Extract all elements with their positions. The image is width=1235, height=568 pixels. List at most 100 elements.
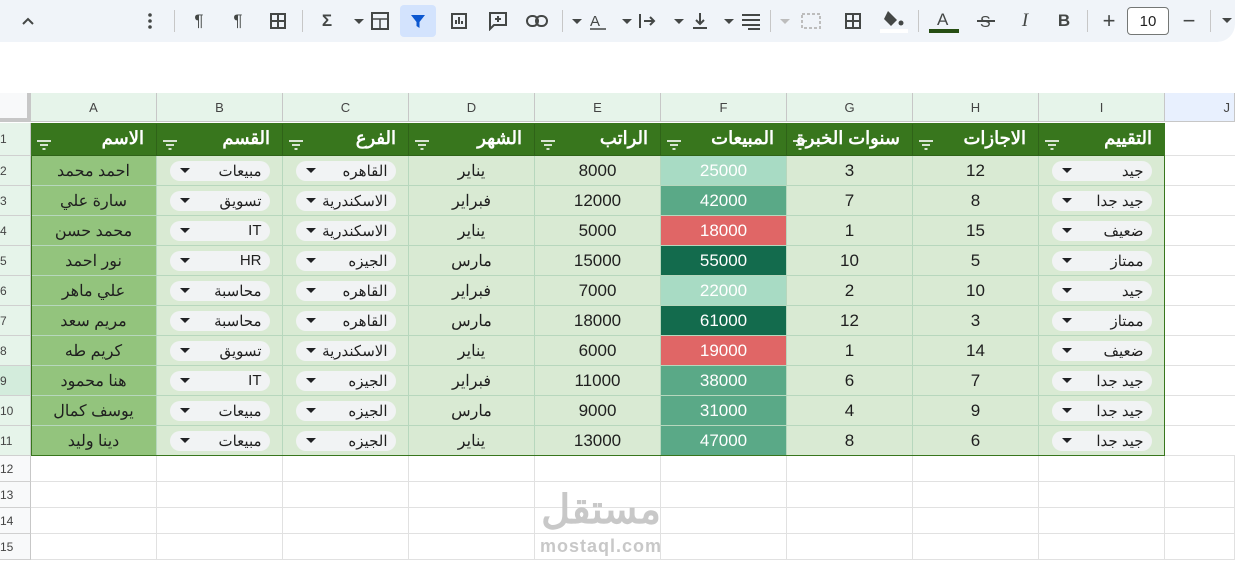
cell-rating[interactable]: ضعيف (1039, 216, 1165, 246)
cell-name[interactable]: احمد محمد (31, 156, 157, 186)
cell-rating[interactable]: ممتاز (1039, 246, 1165, 276)
filter-icon[interactable] (163, 134, 177, 155)
cell-leaves[interactable]: 8 (913, 186, 1039, 216)
dropdown-chip[interactable]: محاسبة (169, 280, 270, 301)
plus-icon[interactable]: + (1098, 8, 1120, 34)
empty-cell[interactable] (157, 482, 283, 508)
dropdown-chip[interactable]: IT (169, 370, 270, 391)
dropdown-arrow-icon[interactable] (179, 408, 190, 413)
dropdown-chip[interactable]: مبيعات (169, 430, 270, 451)
cell-years[interactable]: 10 (787, 246, 913, 276)
empty-cell[interactable] (535, 456, 661, 482)
cell-branch[interactable]: الاسكندرية (283, 216, 409, 246)
empty-cell[interactable] (31, 534, 157, 560)
dropdown-arrow-icon[interactable] (1061, 198, 1072, 203)
cell-month[interactable]: مارس (409, 306, 535, 336)
dropdown-chip[interactable]: القاهره (295, 310, 396, 331)
dropdown-chip[interactable]: ممتاز (1051, 310, 1152, 331)
cell-month[interactable]: يناير (409, 156, 535, 186)
dropdown-chip[interactable]: جيد جدا (1051, 370, 1152, 391)
empty-cell[interactable] (157, 534, 283, 560)
empty-cell[interactable] (1039, 482, 1165, 508)
cell-salary[interactable]: 8000 (535, 156, 661, 186)
cell-dept[interactable]: مبيعات (157, 156, 283, 186)
row-header-5[interactable]: 5 (0, 246, 31, 276)
more-vert-icon[interactable] (142, 8, 158, 34)
dropdown-chip[interactable]: الجيزه (295, 400, 396, 421)
dropdown-chip[interactable]: ضعيف (1051, 340, 1152, 361)
text-direction-icon[interactable]: A (570, 8, 610, 34)
dropdown-arrow-icon[interactable] (1061, 288, 1072, 293)
dropdown-chip[interactable]: القاهره (295, 160, 396, 181)
empty-cell[interactable] (409, 456, 535, 482)
text-color-icon[interactable]: A (928, 8, 960, 34)
cell-sales[interactable]: 22000 (661, 276, 787, 306)
dropdown-chip[interactable]: HR (169, 250, 270, 271)
valign-icon[interactable] (672, 8, 712, 34)
filter-icon[interactable] (919, 134, 933, 155)
column-header-f[interactable]: F (661, 93, 787, 122)
cell-name[interactable]: كريم طه (31, 336, 157, 366)
dropdown-chip[interactable]: ضعيف (1051, 220, 1152, 241)
filter-icon[interactable] (415, 134, 429, 155)
cell-name[interactable]: دينا وليد (31, 426, 157, 456)
dropdown-chip[interactable]: جيد جدا (1051, 190, 1152, 211)
minus-icon[interactable]: − (1178, 8, 1200, 34)
empty-cell[interactable] (1165, 534, 1235, 560)
cell-dept[interactable]: مبيعات (157, 396, 283, 426)
dropdown-arrow-icon[interactable] (179, 198, 190, 203)
cell-sales[interactable]: 61000 (661, 306, 787, 336)
cell-name[interactable]: يوسف كمال (31, 396, 157, 426)
empty-cell[interactable] (409, 508, 535, 534)
fill-color-icon[interactable] (880, 8, 908, 34)
cell-dept[interactable]: محاسبة (157, 306, 283, 336)
dropdown-arrow-icon[interactable] (1061, 258, 1072, 263)
dropdown-arrow-icon[interactable] (179, 258, 190, 263)
empty-cell[interactable] (787, 482, 913, 508)
header-cell-sales[interactable]: المبيعات (661, 123, 787, 156)
row-header-14[interactable]: 14 (0, 508, 31, 534)
header-cell-branch[interactable]: الفرع (283, 123, 409, 156)
dropdown-arrow-icon[interactable] (305, 408, 316, 413)
empty-cell[interactable] (661, 508, 787, 534)
table-icon[interactable] (267, 8, 289, 34)
halign-icon[interactable] (722, 8, 762, 34)
dropdown-chip[interactable]: محاسبة (169, 310, 270, 331)
cell-years[interactable]: 1 (787, 336, 913, 366)
dropdown-arrow-icon[interactable] (305, 348, 316, 353)
cell-rating[interactable]: جيد جدا (1039, 396, 1165, 426)
cell-rating[interactable]: جيد جدا (1039, 426, 1165, 456)
dropdown-arrow-icon[interactable] (1061, 318, 1072, 323)
cell-years[interactable]: 8 (787, 426, 913, 456)
cell-name[interactable]: سارة علي (31, 186, 157, 216)
header-cell-salary[interactable]: الراتب (535, 123, 661, 156)
cell-month[interactable]: يناير (409, 216, 535, 246)
dropdown-arrow-icon[interactable] (305, 258, 316, 263)
row-header-13[interactable]: 13 (0, 482, 31, 508)
empty-cell[interactable] (31, 456, 157, 482)
strikethrough-icon[interactable]: S (975, 8, 997, 34)
header-cell-leaves[interactable]: الاجازات (913, 123, 1039, 156)
column-header-i[interactable]: I (1039, 93, 1165, 122)
filter-icon[interactable] (667, 134, 681, 155)
dropdown-chip[interactable]: الاسكندرية (295, 220, 396, 241)
dropdown-chip[interactable]: تسويق (169, 340, 270, 361)
header-cell-month[interactable]: الشهر (409, 123, 535, 156)
cell-years[interactable]: 7 (787, 186, 913, 216)
cell-branch[interactable]: الجيزه (283, 246, 409, 276)
dropdown-chip[interactable]: الاسكندرية (295, 190, 396, 211)
row-header-4[interactable]: 4 (0, 216, 31, 246)
dropdown-arrow-icon[interactable] (1061, 348, 1072, 353)
dropdown-chip[interactable]: تسويق (169, 190, 270, 211)
row-header-11[interactable]: 11 (0, 426, 31, 456)
cell-rating[interactable]: ممتاز (1039, 306, 1165, 336)
cell-name[interactable]: نور احمد (31, 246, 157, 276)
empty-cell[interactable] (787, 508, 913, 534)
cell-salary[interactable]: 13000 (535, 426, 661, 456)
cell-rating[interactable]: جيد (1039, 156, 1165, 186)
empty-cell[interactable] (1165, 482, 1235, 508)
dropdown-arrow-icon[interactable] (179, 318, 190, 323)
cell-salary[interactable]: 7000 (535, 276, 661, 306)
row-header-3[interactable]: 3 (0, 186, 31, 216)
cell-branch[interactable]: القاهره (283, 156, 409, 186)
